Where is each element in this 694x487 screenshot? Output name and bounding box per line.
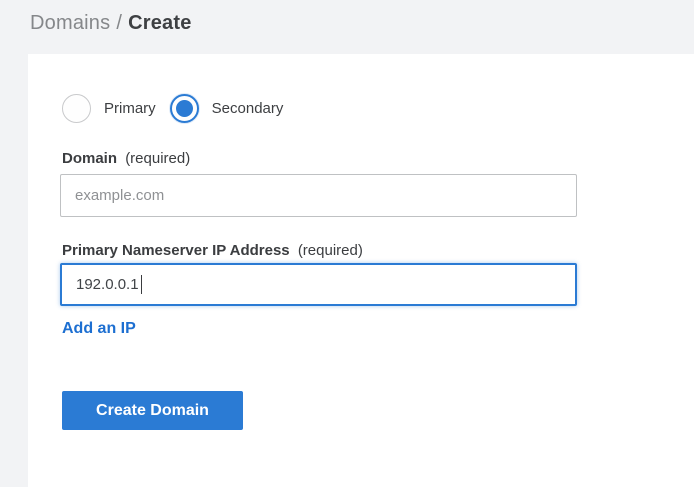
- breadcrumb-separator: /: [116, 12, 122, 34]
- radio-option-primary[interactable]: Primary: [62, 94, 156, 123]
- text-caret: [141, 275, 142, 294]
- nameserver-required-hint: (required): [298, 242, 363, 259]
- domain-required-hint: (required): [125, 150, 190, 167]
- breadcrumb-current: Create: [128, 12, 191, 34]
- nameserver-field-label: Primary Nameserver IP Address (required): [62, 242, 363, 259]
- radio-secondary-circle[interactable]: [170, 94, 199, 123]
- nameserver-input-wrap: [60, 263, 577, 306]
- radio-primary-label: Primary: [104, 100, 156, 117]
- create-domain-form-panel: Primary Secondary Domain (required) Prim…: [28, 54, 694, 487]
- domains-create-page: Domains / Create Primary Secondary Domain …: [0, 0, 694, 487]
- domain-input[interactable]: [60, 174, 577, 217]
- radio-secondary-label: Secondary: [212, 100, 284, 117]
- radio-option-secondary[interactable]: Secondary: [170, 94, 284, 123]
- domain-input-wrap: [60, 174, 577, 217]
- radio-selected-dot: [176, 100, 193, 117]
- add-ip-link[interactable]: Add an IP: [62, 320, 136, 338]
- nameserver-label-text: Primary Nameserver IP Address: [62, 242, 290, 259]
- radio-primary-circle[interactable]: [62, 94, 91, 123]
- nameserver-ip-input[interactable]: [60, 263, 577, 306]
- breadcrumb: Domains / Create: [30, 12, 192, 35]
- create-domain-button[interactable]: Create Domain: [62, 391, 243, 430]
- domain-field-label: Domain (required): [62, 150, 190, 167]
- domain-label-text: Domain: [62, 150, 117, 167]
- breadcrumb-section[interactable]: Domains: [30, 12, 110, 34]
- domain-type-radio-group: Primary Secondary: [62, 94, 283, 123]
